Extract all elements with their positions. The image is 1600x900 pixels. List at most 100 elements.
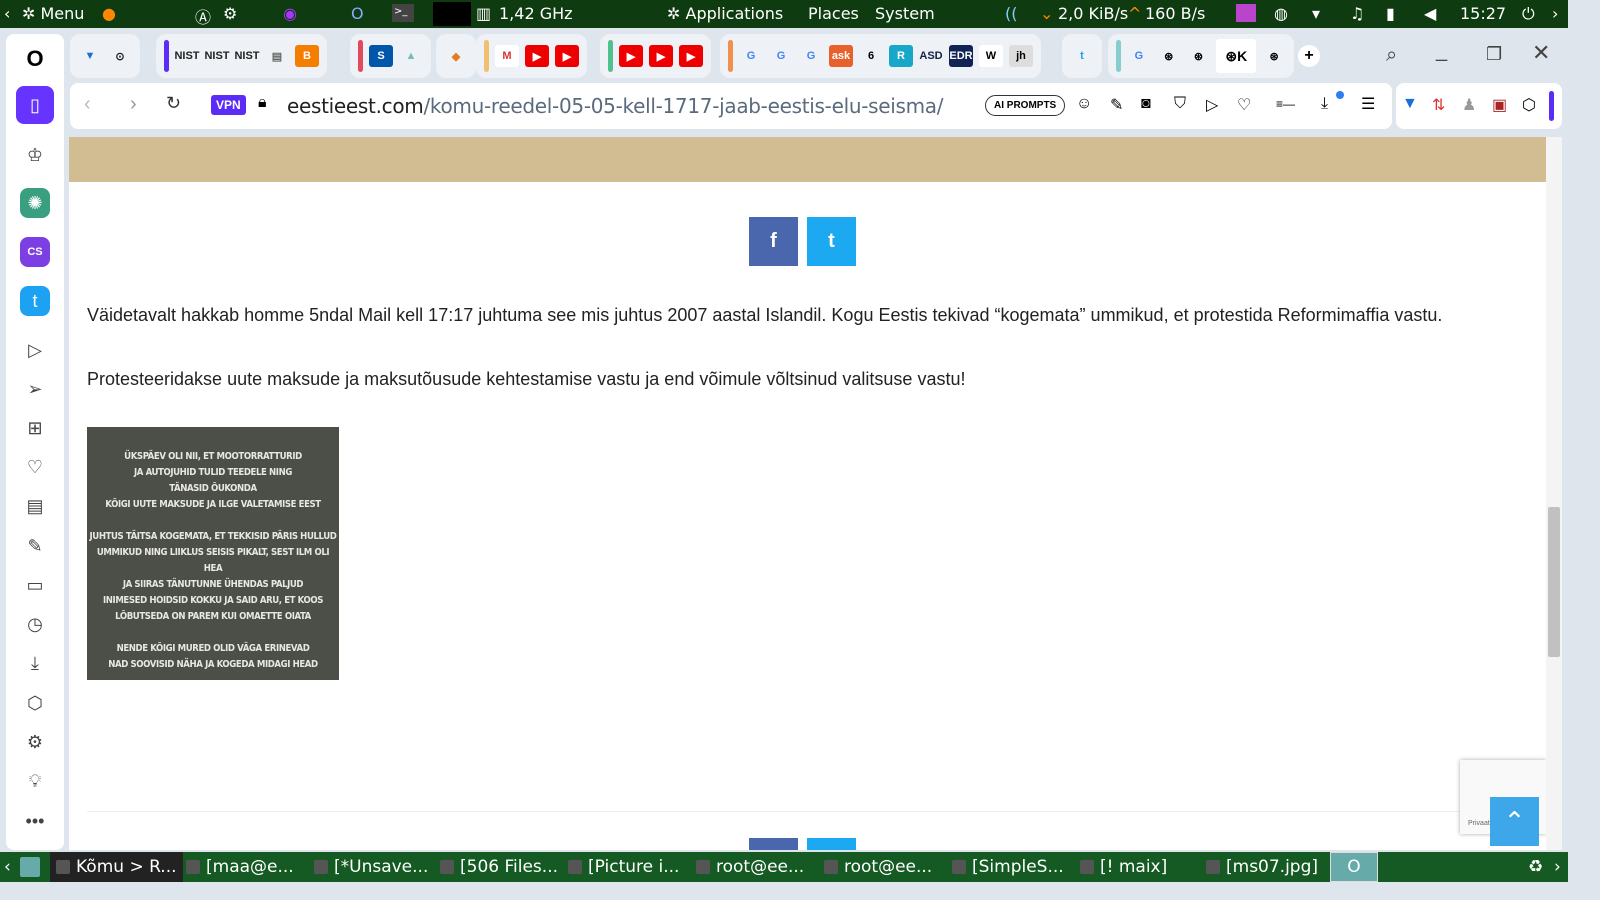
twitter-share-button-bottom[interactable]: [807, 838, 856, 850]
pin-icon[interactable]: ✎: [1110, 95, 1123, 115]
tab-google[interactable]: G: [799, 45, 823, 67]
places-menu[interactable]: Places: [808, 4, 859, 23]
panel-left-arrow[interactable]: ‹: [4, 4, 10, 23]
search-tabs-icon[interactable]: ⌕: [1386, 44, 1397, 67]
taskbar-window-button[interactable]: [SimpleS...: [952, 852, 1064, 882]
camera-icon[interactable]: ◙: [1141, 95, 1151, 113]
trash-icon[interactable]: ♻: [1528, 852, 1543, 882]
badge-ext-icon[interactable]: ▣: [1492, 95, 1507, 115]
downloads-icon[interactable]: ⤓: [20, 648, 50, 678]
scroll-to-top-button[interactable]: ⌃: [1490, 797, 1539, 846]
tab-dribbble[interactable]: ⊛: [1262, 45, 1286, 67]
panel-right-arrow[interactable]: ›: [1552, 4, 1558, 23]
tab-nist[interactable]: NIST: [234, 45, 259, 67]
heart-icon[interactable]: ♡: [20, 452, 50, 482]
system-menu[interactable]: System: [875, 4, 935, 23]
close-button[interactable]: ✕: [1532, 40, 1550, 66]
tab-twitter[interactable]: t: [1070, 45, 1094, 67]
lightbulb-icon[interactable]: 💡︎: [20, 766, 50, 796]
tab-google[interactable]: G: [739, 45, 763, 67]
minimize-button[interactable]: _: [1436, 40, 1447, 63]
settings-icon[interactable]: ⚙: [20, 727, 50, 757]
tab-nist[interactable]: NIST: [204, 45, 229, 67]
heart-icon[interactable]: ♡: [1237, 95, 1251, 115]
page-scrollbar[interactable]: [1546, 137, 1562, 850]
facebook-share-button-bottom[interactable]: [749, 838, 798, 850]
reload-button[interactable]: ↻: [166, 93, 181, 114]
reading-list-icon[interactable]: ▯: [16, 86, 54, 124]
tab-youtube[interactable]: ▶: [679, 45, 703, 67]
tab-mountain[interactable]: ▲: [399, 45, 423, 67]
show-desktop-icon[interactable]: [20, 857, 40, 877]
tab-youtube[interactable]: ▶: [619, 45, 643, 67]
more-icon[interactable]: •••: [20, 806, 50, 836]
lock-icon[interactable]: 🔒︎: [258, 94, 267, 112]
restore-button[interactable]: ❐: [1486, 44, 1502, 65]
battery-icon[interactable]: ▮: [1386, 4, 1395, 23]
tab-google[interactable]: G: [1127, 45, 1151, 67]
taskbar-window-button[interactable]: root@ee...: [824, 852, 932, 882]
tab-google[interactable]: G: [769, 45, 793, 67]
tab-youtube[interactable]: ▶: [555, 45, 579, 67]
news-icon[interactable]: ▤: [20, 491, 50, 521]
send-icon[interactable]: ➢: [20, 374, 50, 404]
tab-gmail[interactable]: M: [495, 45, 519, 67]
tab-blogger[interactable]: B: [295, 45, 319, 67]
taskbar-window-button[interactable]: Kõmu > R...: [50, 852, 183, 882]
tab-jh[interactable]: jh: [1009, 45, 1033, 67]
spy-ext-icon[interactable]: ♟: [1462, 95, 1476, 115]
active-tab[interactable]: ⊛ K: [1216, 39, 1257, 73]
taskbar-window-button[interactable]: [*Unsave...: [314, 852, 428, 882]
opera-logo[interactable]: O: [20, 44, 50, 74]
cs-icon[interactable]: CS: [20, 237, 50, 267]
tor-icon[interactable]: ◉: [283, 4, 297, 23]
facebook-share-button[interactable]: f: [749, 217, 798, 266]
tab-github[interactable]: ⊙: [108, 45, 132, 67]
taskbar-window-button[interactable]: [ms07.jpg]: [1206, 852, 1318, 882]
history-icon[interactable]: ◷: [20, 609, 50, 639]
firefox-icon[interactable]: ●: [102, 4, 116, 23]
tab-r[interactable]: R: [889, 45, 913, 67]
tab-dribbble[interactable]: ⊛: [1157, 45, 1181, 67]
tab-doc[interactable]: ▤: [265, 45, 289, 67]
taskbar-window-button[interactable]: [! maix]: [1080, 852, 1167, 882]
new-tab-button[interactable]: +: [1298, 45, 1320, 67]
taskbar-window-button[interactable]: [Picture i...: [568, 852, 679, 882]
twitter-share-button[interactable]: t: [807, 217, 856, 266]
taskbar-window-button[interactable]: root@ee...: [696, 852, 804, 882]
send-icon[interactable]: ▷: [1206, 95, 1218, 115]
indicator-icon[interactable]: ◍: [1274, 4, 1288, 23]
cube-ext-icon[interactable]: ⬡: [1522, 95, 1536, 115]
wifi-icon[interactable]: ▾: [1312, 4, 1320, 23]
tab-vivaldi[interactable]: ▼: [78, 45, 102, 67]
tab-ask[interactable]: ask: [829, 45, 853, 67]
emoji-icon[interactable]: ☺: [1076, 95, 1092, 113]
forward-button[interactable]: ›: [130, 93, 137, 116]
tab-youtube[interactable]: ▶: [525, 45, 549, 67]
audio-app-icon[interactable]: [1236, 4, 1256, 22]
box-icon[interactable]: ⬡: [20, 688, 50, 718]
volume-icon[interactable]: ◀: [1424, 4, 1436, 23]
taskbar-window-button[interactable]: [maa@e...: [186, 852, 294, 882]
tab-asd-news[interactable]: ASD: [919, 45, 943, 67]
tabs-icon[interactable]: ▭: [20, 570, 50, 600]
bell-icon[interactable]: ♫: [1350, 4, 1364, 23]
terminal-icon[interactable]: >_: [392, 4, 414, 22]
tab-youtube[interactable]: ▶: [649, 45, 673, 67]
tab-dribbble[interactable]: ⊛: [1187, 45, 1211, 67]
taskbar-opera-button[interactable]: O: [1330, 852, 1378, 882]
menu-button[interactable]: ✲ Menu: [22, 4, 84, 23]
ai-prompts-button[interactable]: AI PROMPTS: [985, 95, 1066, 116]
updown-ext-icon[interactable]: ⇅: [1432, 95, 1445, 115]
back-button[interactable]: ‹: [84, 93, 91, 116]
taskbar-right-arrow[interactable]: ›: [1554, 852, 1561, 882]
vivaldi-ext-icon[interactable]: ▼: [1402, 95, 1418, 113]
opera-icon[interactable]: O: [351, 4, 364, 23]
tab-6[interactable]: 6: [859, 45, 883, 67]
tab-nist[interactable]: NIST: [174, 45, 199, 67]
clock[interactable]: 15:27: [1460, 4, 1506, 23]
taskbar-left-arrow[interactable]: ‹: [4, 852, 11, 882]
pin-icon[interactable]: ✎: [20, 531, 50, 561]
download-icon[interactable]: ⤓: [1321, 95, 1328, 113]
applications-menu[interactable]: ✲ Applications: [667, 4, 783, 23]
